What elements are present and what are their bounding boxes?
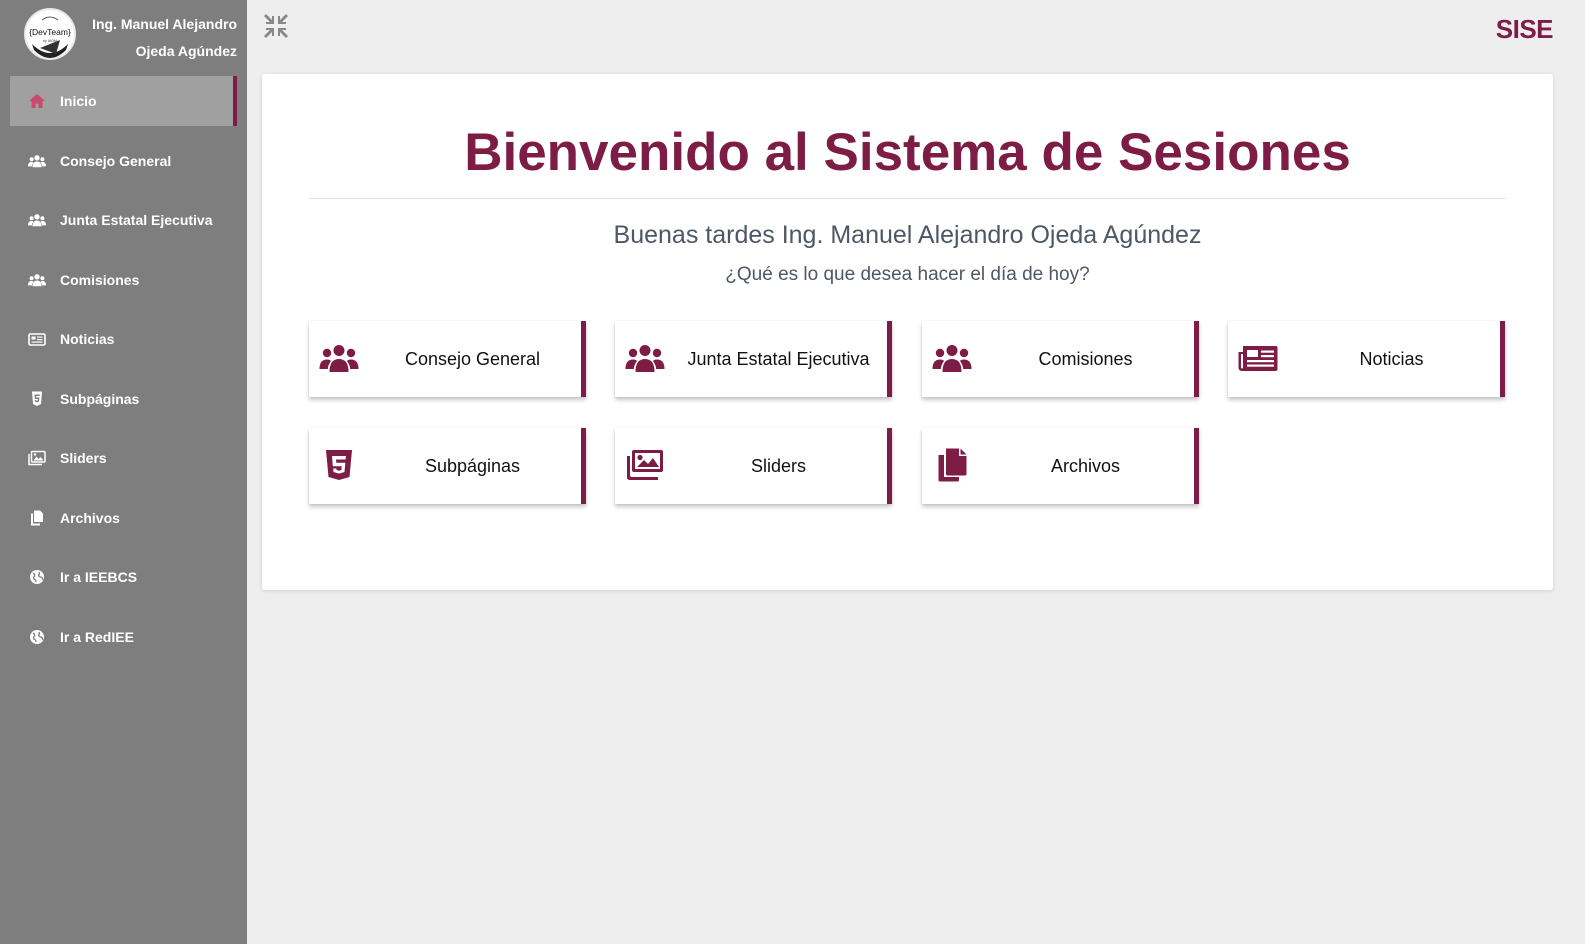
devteam-logo-icon: {DevTeam} by UIOM bbox=[26, 10, 74, 58]
user-block: {DevTeam} by UIOM Ing. Manuel Alejandro … bbox=[0, 0, 247, 66]
tile-label: Comisiones bbox=[1038, 349, 1133, 369]
tile-comisiones[interactable]: Comisiones bbox=[922, 321, 1199, 397]
tile-junta-estatal-ejecutiva[interactable]: Junta Estatal Ejecutiva bbox=[615, 321, 892, 397]
sidebar-item-subpaginas[interactable]: Subpáginas bbox=[10, 374, 237, 424]
html5-icon bbox=[319, 448, 359, 482]
collapse-sidebar-button[interactable] bbox=[262, 12, 290, 40]
sidebar-item-label: Ir a RedIEE bbox=[60, 628, 134, 645]
tile-label: Archivos bbox=[1050, 456, 1121, 476]
sidebar-item-label: Sliders bbox=[60, 450, 107, 466]
sidebar-item-label: Inicio bbox=[60, 93, 97, 109]
sidebar-item-label: Noticias bbox=[60, 331, 115, 347]
sidebar-item-label: Junta Estatal Ejecutiva bbox=[60, 212, 213, 228]
newspaper-icon bbox=[1238, 341, 1278, 375]
users-icon bbox=[319, 341, 359, 375]
users-icon bbox=[28, 152, 46, 170]
svg-text:{DevTeam}: {DevTeam} bbox=[29, 27, 71, 37]
sidebar-item-archivos[interactable]: Archivos bbox=[10, 493, 237, 543]
sidebar: {DevTeam} by UIOM Ing. Manuel Alejandro … bbox=[0, 0, 247, 944]
tile-subpaginas[interactable]: Subpáginas bbox=[309, 428, 586, 504]
tile-label: Junta Estatal Ejecutiva bbox=[687, 349, 870, 369]
sidebar-item-sliders[interactable]: Sliders bbox=[10, 433, 237, 483]
page-title: Bienvenido al Sistema de Sesiones bbox=[464, 123, 1351, 182]
sidebar-item-comisiones[interactable]: Comisiones bbox=[10, 255, 237, 305]
sidebar-item-noticias[interactable]: Noticias bbox=[10, 314, 237, 364]
html5-icon bbox=[28, 390, 46, 408]
user-name: Ing. Manuel Alejandro Ojeda Agúndez bbox=[92, 16, 237, 59]
welcome-card: Bienvenido al Sistema de Sesiones Buenas… bbox=[262, 74, 1553, 590]
sidebar-item-label: Comisiones bbox=[60, 271, 140, 288]
users-icon bbox=[28, 211, 46, 229]
greeting-text: Buenas tardes Ing. Manuel Alejandro Ojed… bbox=[613, 221, 1202, 249]
svg-text:by UIOM: by UIOM bbox=[43, 39, 57, 43]
divider bbox=[309, 198, 1506, 199]
users-icon bbox=[625, 341, 665, 375]
sidebar-nav: Inicio Consejo General Junta Estatal Eje… bbox=[10, 76, 237, 671]
tile-consejo-general[interactable]: Consejo General bbox=[309, 321, 586, 397]
newspaper-icon bbox=[28, 330, 46, 348]
globe-icon bbox=[28, 568, 46, 586]
tile-label: Sliders bbox=[750, 456, 807, 476]
sidebar-item-ir-a-ieebcs[interactable]: Ir a IEEBCS bbox=[10, 552, 237, 602]
tile-label: Noticias bbox=[1359, 349, 1424, 369]
sidebar-item-junta-estatal-ejecutiva[interactable]: Junta Estatal Ejecutiva bbox=[10, 195, 237, 245]
images-icon bbox=[28, 449, 46, 467]
avatar[interactable]: {DevTeam} by UIOM bbox=[24, 8, 76, 60]
copy-icon bbox=[932, 448, 972, 482]
sidebar-item-label: Archivos bbox=[60, 509, 120, 526]
sidebar-item-ir-a-rediee[interactable]: Ir a RedIEE bbox=[10, 612, 237, 662]
sidebar-item-label: Subpáginas bbox=[60, 390, 140, 407]
copy-icon bbox=[28, 509, 46, 527]
users-icon bbox=[932, 341, 972, 375]
home-icon bbox=[28, 92, 46, 110]
brand-title: SISE bbox=[1495, 14, 1554, 44]
images-icon bbox=[625, 448, 665, 482]
sidebar-item-consejo-general[interactable]: Consejo General bbox=[10, 136, 237, 186]
tile-label: Consejo General bbox=[404, 349, 541, 369]
sidebar-item-label: Ir a IEEBCS bbox=[60, 569, 138, 585]
globe-icon bbox=[28, 628, 46, 646]
tile-sliders[interactable]: Sliders bbox=[615, 428, 892, 504]
compress-icon bbox=[264, 14, 288, 38]
tile-archivos[interactable]: Archivos bbox=[922, 428, 1199, 504]
question-text: ¿Qué es lo que desea hacer el día de hoy… bbox=[725, 264, 1090, 285]
tile-label: Subpáginas bbox=[424, 456, 521, 476]
tile-noticias[interactable]: Noticias bbox=[1228, 321, 1505, 397]
users-icon bbox=[28, 271, 46, 289]
sidebar-item-inicio[interactable]: Inicio bbox=[10, 76, 237, 126]
sidebar-item-label: Consejo General bbox=[60, 152, 172, 169]
